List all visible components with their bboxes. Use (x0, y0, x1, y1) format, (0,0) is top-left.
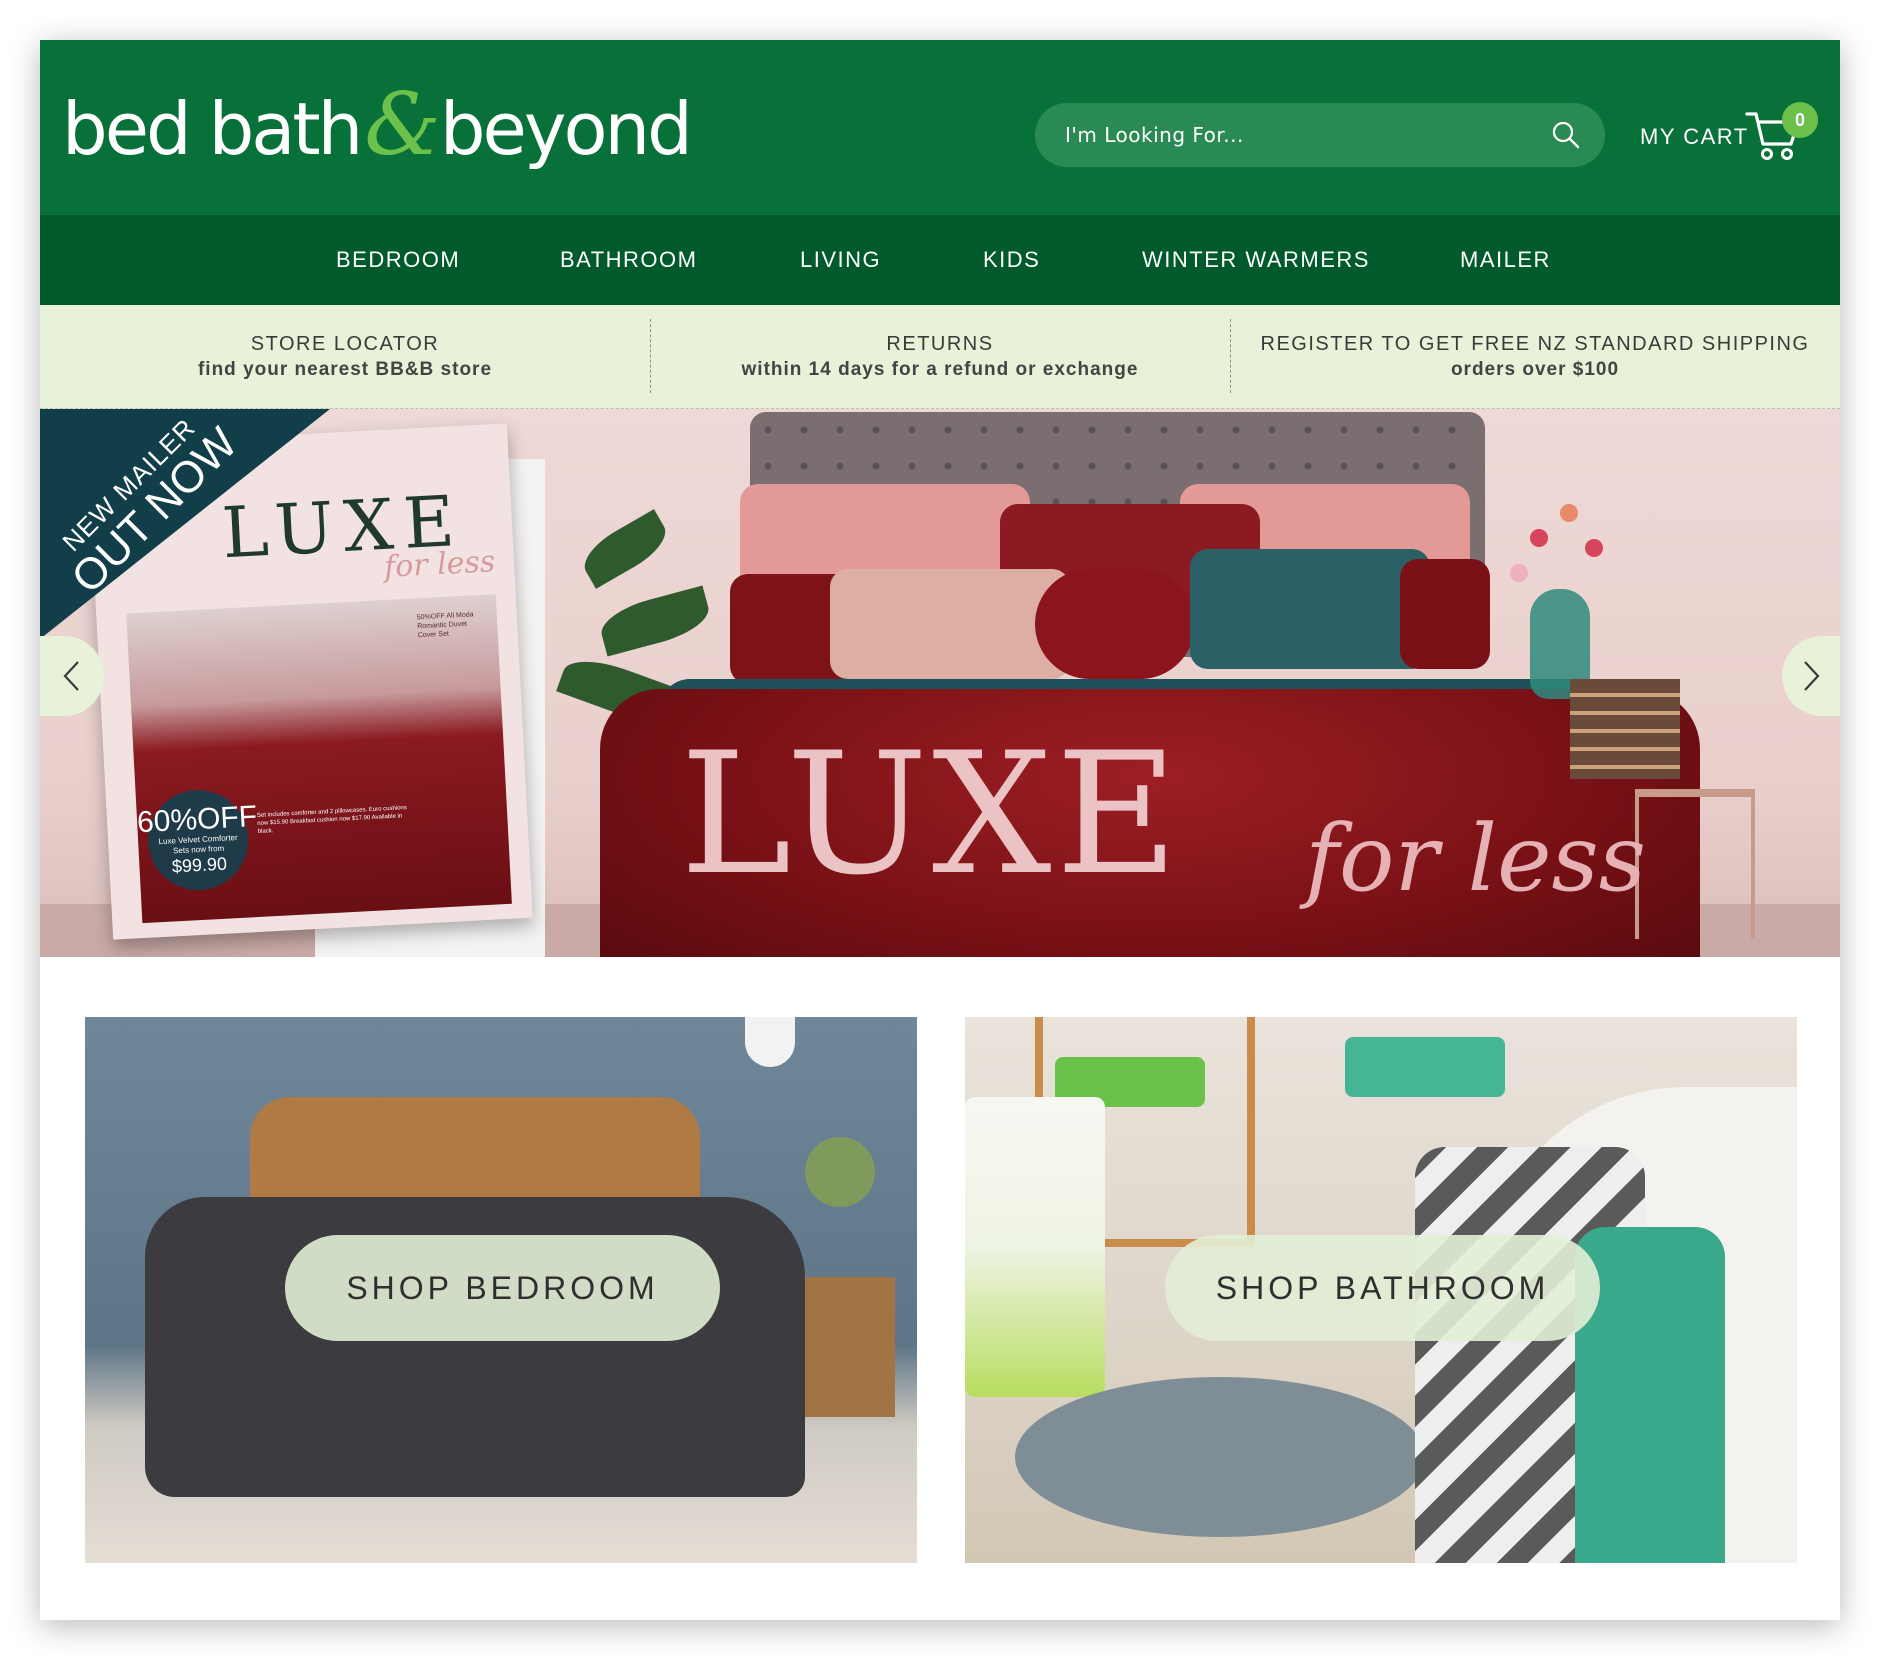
flower (1585, 539, 1603, 557)
shop-bedroom-button[interactable]: SHOP BEDROOM (285, 1235, 720, 1341)
hero-subtitle: for less (1305, 805, 1646, 912)
mailer-offer-note: 50%OFF All Moda Romantic Duvet Cover Set (416, 611, 474, 640)
logo-text-beyond: beyond (439, 87, 693, 171)
main-nav: BEDROOM BATHROOM LIVING KIDS WINTER WARM… (40, 215, 1840, 305)
pillow-round (1035, 569, 1195, 679)
carousel-next-button[interactable] (1782, 636, 1840, 716)
nav-item-winter-warmers[interactable]: WINTER WARMERS (1142, 215, 1370, 305)
pillow-knit (830, 569, 1070, 679)
flower (1530, 529, 1548, 547)
nav-item-bathroom[interactable]: BATHROOM (560, 215, 697, 305)
nav-item-mailer[interactable]: MAILER (1460, 215, 1551, 305)
free-shipping-title: REGISTER TO GET FREE NZ STANDARD SHIPPIN… (1260, 333, 1810, 355)
book-stack (1570, 679, 1680, 779)
mailer-subtitle: for less (383, 544, 497, 585)
site-header: bed bath & beyond MY CART 0 (40, 40, 1840, 215)
side-table (805, 1277, 895, 1417)
bedroom-category-tile[interactable]: SHOP BEDROOM (85, 1017, 917, 1563)
search-input[interactable] (1063, 122, 1551, 148)
laundry-hamper (965, 1097, 1105, 1397)
pendant-lamp (745, 1017, 795, 1067)
logo-ampersand: & (364, 75, 441, 175)
hero-banner[interactable]: LUXE for less LUXE for less 50%OFF All M… (40, 409, 1840, 957)
store-locator-subtitle: find your nearest BB&B store (197, 359, 493, 380)
nav-item-bedroom[interactable]: BEDROOM (336, 215, 460, 305)
free-shipping-link[interactable]: REGISTER TO GET FREE NZ STANDARD SHIPPIN… (1230, 305, 1840, 409)
plant-leaf (576, 509, 674, 589)
nav-item-living[interactable]: LIVING (800, 215, 881, 305)
returns-link[interactable]: RETURNS within 14 days for a refund or e… (650, 305, 1230, 409)
round-bath-mat (1015, 1377, 1425, 1537)
hero-title: LUXE (680, 716, 1183, 912)
nav-item-kids[interactable]: KIDS (983, 215, 1040, 305)
cart-count-badge: 0 (1782, 102, 1818, 138)
badge-description: Luxe Velvet Comforter Sets now from (158, 833, 238, 856)
logo-text-bed-bath: bed bath (62, 87, 363, 171)
info-bar: STORE LOCATOR find your nearest BB&B sto… (40, 305, 1840, 409)
search-icon[interactable] (1551, 120, 1581, 150)
plant-leaf (596, 585, 714, 657)
pillow-parrot (1190, 549, 1430, 669)
search-bar[interactable] (1035, 103, 1605, 167)
flower (1560, 504, 1578, 522)
chevron-left-icon (61, 659, 83, 693)
flower-vase (805, 1137, 875, 1207)
page-frame: bed bath & beyond MY CART 0 BEDROOM (40, 40, 1840, 1620)
store-locator-title: STORE LOCATOR (250, 333, 440, 355)
store-locator-link[interactable]: STORE LOCATOR find your nearest BB&B sto… (40, 305, 650, 409)
chevron-right-icon (1800, 659, 1822, 693)
badge-price: $99.90 (171, 853, 228, 877)
site-logo[interactable]: bed bath & beyond (62, 75, 693, 175)
returns-title: RETURNS (886, 333, 994, 355)
returns-subtitle: within 14 days for a refund or exchange (741, 359, 1139, 380)
shop-bathroom-button[interactable]: SHOP BATHROOM (1165, 1235, 1600, 1341)
bathroom-category-tile[interactable]: SHOP BATHROOM (965, 1017, 1797, 1563)
flower (1510, 564, 1528, 582)
free-shipping-subtitle: orders over $100 (1450, 359, 1620, 380)
carousel-prev-button[interactable] (40, 636, 104, 716)
pillow-velvet (1400, 559, 1490, 669)
side-table (1635, 789, 1755, 939)
my-cart-link[interactable]: MY CART (1640, 122, 1749, 152)
teal-towels (1345, 1037, 1505, 1097)
